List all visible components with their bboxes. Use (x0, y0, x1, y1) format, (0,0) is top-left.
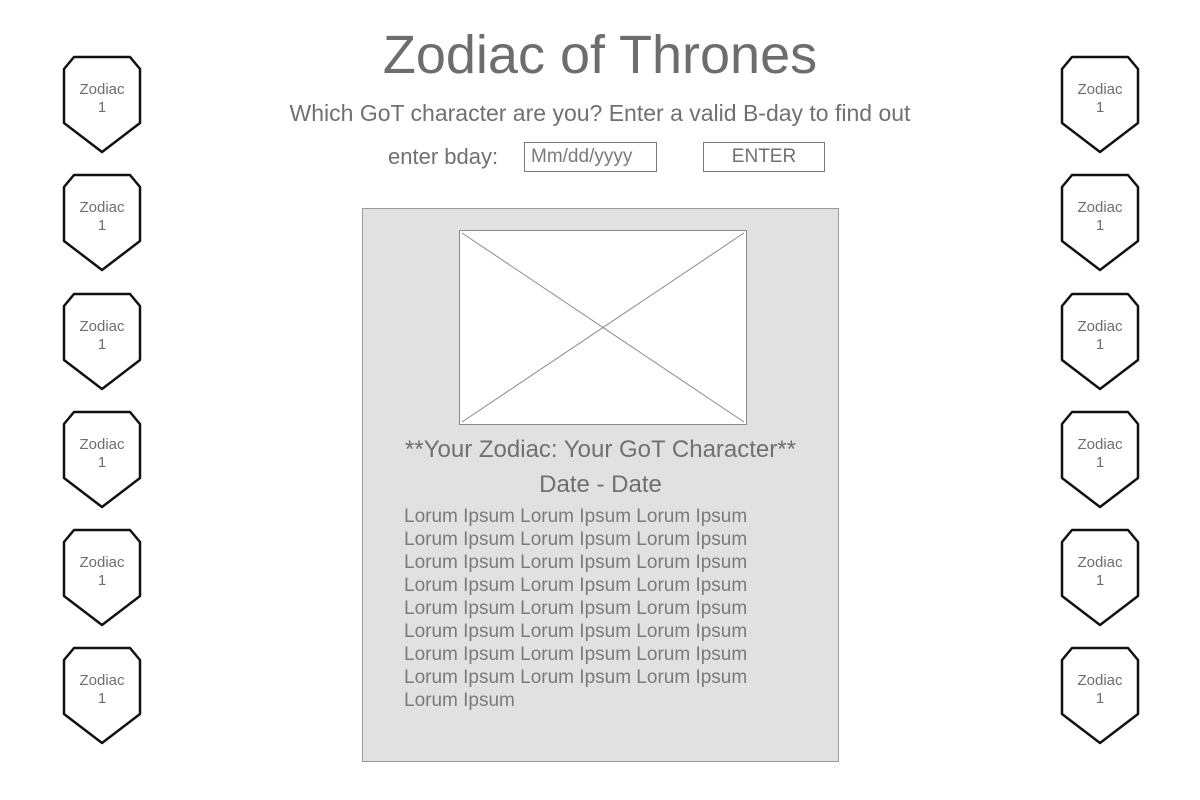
zodiac-badge-label: Zodiac 1 (62, 554, 142, 590)
result-title: **Your Zodiac: Your GoT Character** (405, 436, 796, 463)
result-dates: Date - Date (539, 471, 662, 498)
zodiac-badge-label-line2: 1 (97, 454, 107, 471)
bday-label: enter bday: (388, 144, 499, 169)
zodiac-badge-left-6[interactable]: Zodiac 1 (62, 646, 142, 746)
zodiac-badge-label-line1: Zodiac (1077, 318, 1123, 335)
zodiac-badge-label-line1: Zodiac (1077, 436, 1123, 453)
zodiac-badge-label: Zodiac 1 (1060, 318, 1140, 354)
zodiac-badge-label-line2: 1 (97, 217, 107, 234)
zodiac-badge-label-line1: Zodiac (79, 199, 125, 216)
zodiac-badge-label: Zodiac 1 (62, 672, 142, 708)
zodiac-badge-left-1[interactable]: Zodiac 1 (62, 55, 142, 155)
zodiac-badge-label: Zodiac 1 (1060, 81, 1140, 117)
zodiac-badge-label-line1: Zodiac (79, 81, 125, 98)
zodiac-badge-label-line1: Zodiac (1077, 199, 1123, 216)
zodiac-badge-label-line1: Zodiac (79, 436, 125, 453)
zodiac-badge-label-line1: Zodiac (1077, 81, 1123, 98)
page: Zodiac 1 Zodiac 1 Zodiac 1 Zodiac 1 Zodiac 1 … (0, 0, 1200, 800)
zodiac-badge-label: Zodiac 1 (62, 436, 142, 472)
zodiac-badge-right-4[interactable]: Zodiac 1 (1060, 410, 1140, 510)
zodiac-badge-label-line2: 1 (1095, 336, 1105, 353)
zodiac-badge-label: Zodiac 1 (62, 81, 142, 117)
enter-button[interactable]: ENTER (703, 142, 825, 172)
zodiac-badge-label: Zodiac 1 (1060, 554, 1140, 590)
zodiac-badge-right-3[interactable]: Zodiac 1 (1060, 292, 1140, 392)
zodiac-badge-label: Zodiac 1 (62, 199, 142, 235)
description-line: Lorum Ipsum Lorum Ipsum Lorum Ipsum (404, 621, 748, 642)
zodiac-badge-label-line2: 1 (1095, 99, 1105, 116)
description-line: Lorum Ipsum Lorum Ipsum Lorum Ipsum (404, 644, 748, 665)
zodiac-badge-label-line2: 1 (1095, 690, 1105, 707)
zodiac-badge-label-line1: Zodiac (79, 318, 125, 335)
description-line: Lorum Ipsum (404, 690, 515, 711)
zodiac-badge-left-2[interactable]: Zodiac 1 (62, 173, 142, 273)
zodiac-badge-left-5[interactable]: Zodiac 1 (62, 528, 142, 628)
page-subtitle: Which GoT character are you? Enter a val… (289, 100, 911, 126)
zodiac-badge-label-line2: 1 (97, 572, 107, 589)
character-image-placeholder (459, 230, 747, 425)
description-line: Lorum Ipsum Lorum Ipsum Lorum Ipsum (404, 529, 748, 550)
description-line: Lorum Ipsum Lorum Ipsum Lorum Ipsum (404, 552, 748, 573)
page-title: Zodiac of Thrones (382, 25, 818, 85)
bday-input[interactable] (524, 142, 657, 172)
zodiac-badge-label-line1: Zodiac (1077, 672, 1123, 689)
result-panel: **Your Zodiac: Your GoT Character** Date… (362, 208, 839, 762)
zodiac-badge-label-line1: Zodiac (79, 672, 125, 689)
zodiac-badge-right-2[interactable]: Zodiac 1 (1060, 173, 1140, 273)
zodiac-badge-label-line2: 1 (97, 99, 107, 116)
zodiac-badge-label-line2: 1 (97, 690, 107, 707)
description-line: Lorum Ipsum Lorum Ipsum Lorum Ipsum (404, 506, 748, 527)
zodiac-badge-label-line2: 1 (97, 336, 107, 353)
zodiac-badge-left-4[interactable]: Zodiac 1 (62, 410, 142, 510)
zodiac-badge-label-line1: Zodiac (1077, 554, 1123, 571)
image-placeholder-icon (461, 232, 745, 423)
zodiac-badge-label: Zodiac 1 (1060, 436, 1140, 472)
zodiac-badge-label-line2: 1 (1095, 217, 1105, 234)
description-line: Lorum Ipsum Lorum Ipsum Lorum Ipsum (404, 598, 748, 619)
zodiac-badge-label: Zodiac 1 (62, 318, 142, 354)
description-line: Lorum Ipsum Lorum Ipsum Lorum Ipsum (404, 667, 748, 688)
zodiac-badge-label: Zodiac 1 (1060, 199, 1140, 235)
zodiac-badge-label: Zodiac 1 (1060, 672, 1140, 708)
zodiac-badge-right-1[interactable]: Zodiac 1 (1060, 55, 1140, 155)
zodiac-badge-right-5[interactable]: Zodiac 1 (1060, 528, 1140, 628)
result-description: Lorum Ipsum Lorum Ipsum Lorum Ipsum Loru… (404, 505, 764, 712)
zodiac-badge-label-line1: Zodiac (79, 554, 125, 571)
description-line: Lorum Ipsum Lorum Ipsum Lorum Ipsum (404, 575, 748, 596)
zodiac-badge-right-6[interactable]: Zodiac 1 (1060, 646, 1140, 746)
zodiac-badge-label-line2: 1 (1095, 454, 1105, 471)
zodiac-badge-label-line2: 1 (1095, 572, 1105, 589)
zodiac-badge-left-3[interactable]: Zodiac 1 (62, 292, 142, 392)
